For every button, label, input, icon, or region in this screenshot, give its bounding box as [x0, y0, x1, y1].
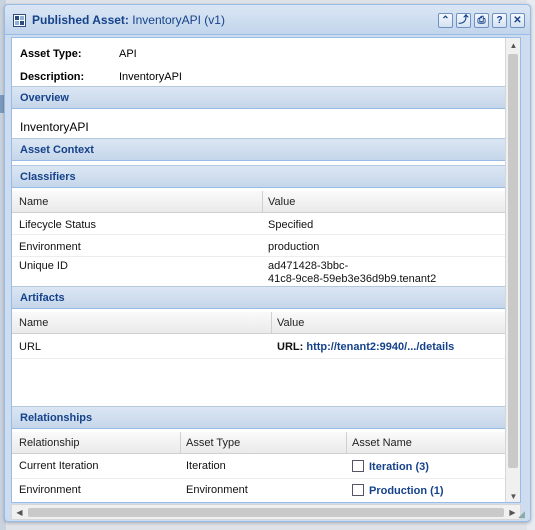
- asset-type-value: API: [119, 48, 137, 60]
- asset-image-icon: [352, 484, 364, 496]
- section-title-artifacts: Artifacts: [20, 292, 65, 304]
- table-row: Environment Environment Production (1): [12, 479, 512, 502]
- artifacts-grid-header: Name Value: [12, 312, 512, 334]
- relationships-grid-header: Relationship Asset Type Asset Name: [12, 432, 512, 454]
- relationship-asset-type: Iteration: [186, 460, 226, 472]
- classifier-value: production: [268, 241, 320, 253]
- scroll-left-arrow-icon[interactable]: ◀: [12, 505, 27, 520]
- asset-name-link[interactable]: Production (1): [369, 485, 444, 497]
- overview-text: InventoryAPI: [20, 120, 89, 134]
- relationship-asset-name: Production (1): [352, 484, 444, 497]
- published-asset-window: Published Asset: InventoryAPI (v1) ⌃ ⤴ ⎙…: [4, 4, 531, 522]
- column-separator[interactable]: [271, 312, 272, 334]
- column-header-name[interactable]: Name: [19, 196, 48, 208]
- column-separator[interactable]: [262, 191, 263, 213]
- artifact-url-link[interactable]: http://tenant2:9940/.../details: [306, 341, 454, 353]
- section-header-artifacts[interactable]: Artifacts: [12, 286, 512, 309]
- section-title-overview: Overview: [20, 92, 69, 104]
- close-icon[interactable]: ✕: [510, 13, 525, 28]
- asset-details-panel[interactable]: Asset Type: API Description: InventoryAP…: [11, 37, 521, 503]
- collapse-icon[interactable]: ⌃: [438, 13, 453, 28]
- horizontal-scroll-thumb[interactable]: [28, 508, 504, 517]
- column-header-value[interactable]: Value: [268, 196, 295, 208]
- column-separator[interactable]: [346, 432, 347, 454]
- section-header-relationships[interactable]: Relationships: [12, 406, 512, 429]
- column-header-asset-name[interactable]: Asset Name: [352, 437, 412, 449]
- vertical-scroll-thumb[interactable]: [508, 54, 518, 468]
- export-icon[interactable]: ⤴: [456, 13, 471, 28]
- vertical-scrollbar[interactable]: ▲ ▼: [505, 38, 520, 502]
- relationship-name: Environment: [19, 484, 81, 496]
- horizontal-scrollbar[interactable]: ◀ ▶: [11, 504, 521, 520]
- relationship-name: Current Iteration: [19, 460, 99, 472]
- classifier-value-line1: ad471428-3bbc-: [268, 260, 349, 272]
- scroll-up-arrow-icon[interactable]: ▲: [506, 38, 520, 53]
- asset-name-link[interactable]: Iteration (3): [369, 461, 429, 473]
- artifact-name: URL: [19, 341, 42, 353]
- artifact-url-label: URL:: [277, 341, 304, 353]
- resize-grip-icon[interactable]: ◢: [518, 509, 528, 519]
- table-row: Lifecycle Status Specified: [12, 214, 512, 235]
- column-header-name[interactable]: Name: [19, 317, 48, 329]
- window-title-asset: InventoryAPI (v1): [132, 13, 225, 27]
- window-titlebar[interactable]: Published Asset: InventoryAPI (v1) ⌃ ⤴ ⎙…: [5, 5, 530, 35]
- section-title-classifiers: Classifiers: [20, 171, 76, 183]
- asset-type-label: Asset Type:: [20, 48, 82, 60]
- classifier-value-line2: 41c8-9ce8-59eb3e36d9b9.tenant2: [268, 273, 437, 285]
- section-title-relationships: Relationships: [20, 412, 93, 424]
- table-row: URL URL: http://tenant2:9940/.../details: [12, 335, 512, 359]
- window-title-prefix: Published Asset:: [32, 13, 129, 27]
- table-row: Environment production: [12, 236, 512, 257]
- classifier-value: Specified: [268, 219, 314, 231]
- section-header-overview[interactable]: Overview: [12, 86, 512, 109]
- table-row: Unique ID ad471428-3bbc- 41c8-9ce8-59eb3…: [12, 258, 512, 288]
- classifier-name: Environment: [19, 241, 81, 253]
- column-separator[interactable]: [180, 432, 181, 454]
- table-row: Current Iteration Iteration Iteration (3…: [12, 455, 512, 479]
- scroll-down-arrow-icon[interactable]: ▼: [506, 489, 520, 502]
- section-title-asset-context: Asset Context: [20, 144, 94, 156]
- help-icon[interactable]: ?: [492, 13, 507, 28]
- classifier-name: Lifecycle Status: [19, 219, 97, 231]
- classifier-name: Unique ID: [19, 260, 68, 272]
- section-header-asset-context[interactable]: Asset Context: [12, 138, 512, 161]
- column-header-relationship[interactable]: Relationship: [19, 437, 80, 449]
- description-value: InventoryAPI: [119, 71, 182, 83]
- artifact-value: URL: http://tenant2:9940/.../details: [277, 341, 454, 353]
- description-label: Description:: [20, 71, 85, 83]
- column-header-value[interactable]: Value: [277, 317, 304, 329]
- relationship-asset-type: Environment: [186, 484, 248, 496]
- column-header-asset-type[interactable]: Asset Type: [186, 437, 240, 449]
- relationship-asset-name: Iteration (3): [352, 460, 429, 473]
- asset-image-icon: [352, 460, 364, 472]
- asset-window-icon: [13, 14, 26, 27]
- print-icon[interactable]: ⎙: [474, 13, 489, 28]
- classifiers-grid-header: Name Value: [12, 191, 512, 213]
- section-header-classifiers[interactable]: Classifiers: [12, 165, 512, 188]
- window-title: Published Asset: InventoryAPI (v1): [32, 13, 225, 27]
